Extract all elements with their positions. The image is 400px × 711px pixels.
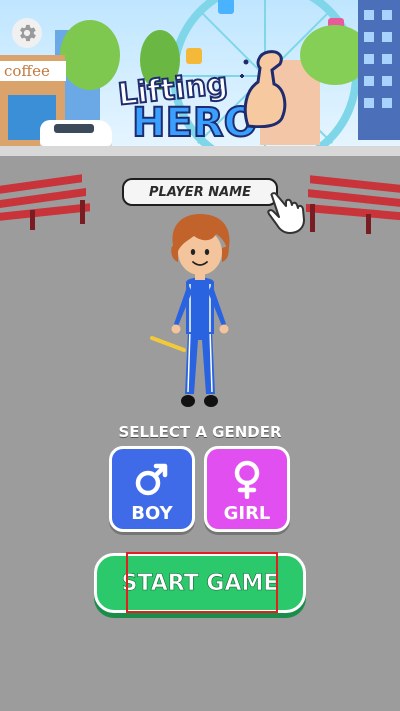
female-icon	[234, 460, 260, 499]
start-game-label: START GAME	[121, 570, 279, 596]
flexed-arm-icon	[240, 50, 287, 128]
coffee-sign: coffee	[0, 61, 66, 81]
player-name-placeholder: PLAYER NAME	[149, 184, 251, 200]
office-building	[358, 0, 400, 140]
bench-left	[0, 174, 90, 230]
parked-car	[40, 120, 112, 146]
settings-button[interactable]	[12, 18, 42, 48]
tree	[60, 20, 120, 90]
start-game-button[interactable]: START GAME	[94, 553, 306, 613]
player-character	[150, 214, 230, 407]
boy-label: BOY	[131, 503, 173, 524]
gear-icon	[20, 24, 36, 42]
girl-button[interactable]: GIRL	[204, 446, 290, 532]
girl-label: GIRL	[223, 503, 271, 524]
bench-right	[306, 175, 400, 235]
player-name-input[interactable]: PLAYER NAME	[122, 178, 278, 206]
game-logo: Lifting HERO	[115, 48, 288, 148]
gender-title: SELLECT A GENDER	[118, 423, 282, 441]
male-icon	[135, 463, 168, 496]
tap-hand-icon	[267, 192, 305, 234]
boy-button[interactable]: BOY	[109, 446, 195, 532]
